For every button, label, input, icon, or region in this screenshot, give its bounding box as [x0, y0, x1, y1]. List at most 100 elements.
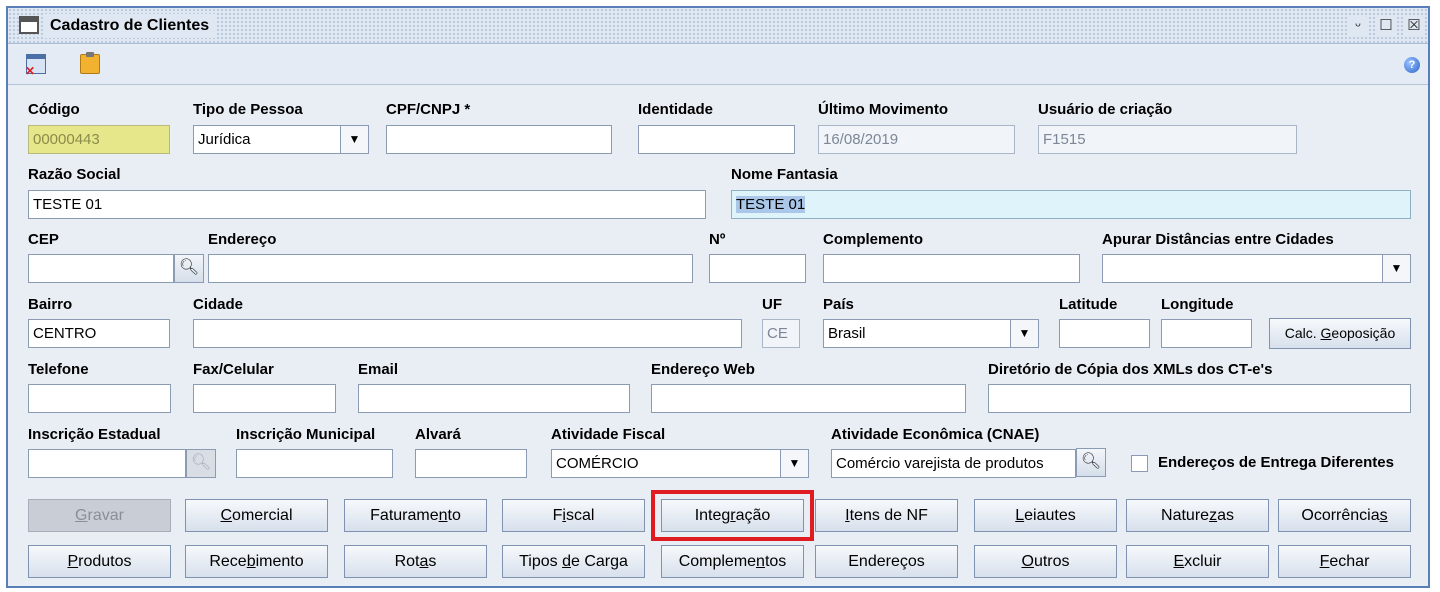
label-apurar-distancias: Apurar Distâncias entre Cidades [1102, 231, 1334, 248]
label-nome-fantasia: Nome Fantasia [731, 166, 838, 183]
delete-record-icon[interactable] [25, 54, 46, 78]
complementos-button[interactable]: Complementos [661, 545, 804, 578]
tipos-carga-button[interactable]: Tipos de Carga [502, 545, 645, 578]
label-atividade-economica: Atividade Econômica (CNAE) [831, 426, 1040, 443]
chevron-down-icon[interactable]: ▼ [780, 450, 808, 477]
atividade-fiscal-select[interactable]: COMÉRCIO ▼ [551, 449, 809, 478]
integracao-highlight [651, 490, 814, 541]
window-icon [19, 16, 39, 34]
label-endereco: Endereço [208, 231, 277, 248]
label-latitude: Latitude [1059, 296, 1118, 313]
enderecos-entrega-checkbox[interactable] [1131, 455, 1148, 472]
apurar-distancias-select[interactable]: ▼ [1102, 254, 1411, 283]
calc-geoposicao-button[interactable]: Calc. Geoposição [1269, 318, 1411, 349]
label-tipo-pessoa: Tipo de Pessoa [193, 101, 303, 118]
chevron-down-icon[interactable]: ▼ [340, 126, 368, 153]
client-form: Código Tipo de Pessoa CPF/CNPJ * Identid… [8, 86, 1428, 586]
ultimo-movimento-field: 16/08/2019 [818, 125, 1015, 154]
nome-fantasia-value: TESTE 01 [736, 196, 806, 213]
label-bairro: Bairro [28, 296, 73, 313]
label-complemento: Complemento [823, 231, 924, 248]
atividade-economica-input[interactable]: Comércio varejista de produtos [831, 449, 1076, 478]
toolbar: ? [8, 45, 1428, 85]
produtos-button[interactable]: Produtos [28, 545, 171, 578]
label-uf: UF [762, 296, 782, 313]
minimize-icon[interactable]: ᵕ [1347, 15, 1369, 37]
inscricao-estadual-search-icon[interactable]: 🔍︎ [186, 449, 216, 478]
label-enderecos-entrega: Endereços de Entrega Diferentes [1158, 454, 1394, 471]
label-cpf-cnpj: CPF/CNPJ * [386, 101, 471, 118]
label-diretorio-xml: Diretório de Cópia dos XMLs dos CT-e's [988, 361, 1273, 378]
clipboard-icon[interactable] [80, 52, 100, 74]
tipo-pessoa-value: Jurídica [198, 131, 251, 148]
comercial-button[interactable]: Comercial [185, 499, 328, 532]
atividade-economica-search-icon[interactable]: 🔍︎ [1076, 448, 1106, 477]
alvara-input[interactable] [415, 449, 527, 478]
cadastro-clientes-window: Cadastro de Clientes ᵕ ☐ ☒ ? Código Tipo… [6, 6, 1430, 588]
label-codigo: Código [28, 101, 80, 118]
codigo-field[interactable]: 00000443 [28, 125, 170, 154]
latitude-input[interactable] [1059, 319, 1150, 348]
title-bar[interactable]: Cadastro de Clientes ᵕ ☐ ☒ [8, 8, 1428, 44]
razao-social-input[interactable]: TESTE 01 [28, 190, 706, 219]
label-inscricao-estadual: Inscrição Estadual [28, 426, 161, 443]
pais-value: Brasil [828, 325, 866, 342]
chevron-down-icon[interactable]: ▼ [1382, 255, 1410, 282]
email-input[interactable] [358, 384, 630, 413]
help-icon[interactable]: ? [1404, 57, 1420, 73]
enderecos-button[interactable]: Endereços [815, 545, 958, 578]
recebimento-button[interactable]: Recebimento [185, 545, 328, 578]
ocorrencias-button[interactable]: Ocorrências [1278, 499, 1411, 532]
label-identidade: Identidade [638, 101, 714, 118]
leiautes-button[interactable]: Leiautes [974, 499, 1117, 532]
fechar-button[interactable]: Fechar [1278, 545, 1411, 578]
label-atividade-fiscal: Atividade Fiscal [551, 426, 666, 443]
rotas-button[interactable]: Rotas [344, 545, 487, 578]
label-numero: Nº [709, 231, 726, 248]
gravar-button[interactable]: Gravar [28, 499, 171, 532]
inscricao-municipal-input[interactable] [236, 449, 393, 478]
cep-search-icon[interactable]: 🔍︎ [174, 254, 204, 283]
label-endereco-web: Endereço Web [651, 361, 755, 378]
label-usuario-criacao: Usuário de criação [1038, 101, 1173, 118]
outros-button[interactable]: Outros [974, 545, 1117, 578]
label-alvara: Alvará [415, 426, 461, 443]
close-icon[interactable]: ☒ [1403, 15, 1425, 37]
label-inscricao-municipal: Inscrição Municipal [236, 426, 376, 443]
atividade-fiscal-value: COMÉRCIO [556, 455, 639, 472]
cep-input[interactable] [28, 254, 174, 283]
cidade-input[interactable] [193, 319, 742, 348]
inscricao-estadual-input[interactable] [28, 449, 186, 478]
maximize-icon[interactable]: ☐ [1375, 15, 1397, 37]
faturamento-button[interactable]: Faturamento [344, 499, 487, 532]
label-telefone: Telefone [28, 361, 89, 378]
label-email: Email [358, 361, 399, 378]
endereco-input[interactable] [208, 254, 693, 283]
nome-fantasia-input[interactable]: TESTE 01 [731, 190, 1411, 219]
tipo-pessoa-select[interactable]: Jurídica ▼ [193, 125, 369, 154]
label-fax-celular: Fax/Celular [193, 361, 274, 378]
label-longitude: Longitude [1161, 296, 1234, 313]
complemento-input[interactable] [823, 254, 1080, 283]
chevron-down-icon[interactable]: ▼ [1010, 320, 1038, 347]
fiscal-button[interactable]: Fiscal [502, 499, 645, 532]
usuario-criacao-field: F1515 [1038, 125, 1297, 154]
endereco-web-input[interactable] [651, 384, 966, 413]
label-pais: País [823, 296, 854, 313]
numero-input[interactable] [709, 254, 806, 283]
naturezas-button[interactable]: Naturezas [1126, 499, 1269, 532]
excluir-button[interactable]: Excluir [1126, 545, 1269, 578]
telefone-input[interactable] [28, 384, 171, 413]
itens-nf-button[interactable]: Itens de NF [815, 499, 958, 532]
label-cep: CEP [28, 231, 59, 248]
longitude-input[interactable] [1161, 319, 1252, 348]
identidade-input[interactable] [638, 125, 795, 154]
cpf-cnpj-input[interactable] [386, 125, 612, 154]
bairro-input[interactable]: CENTRO [28, 319, 170, 348]
pais-select[interactable]: Brasil ▼ [823, 319, 1039, 348]
fax-celular-input[interactable] [193, 384, 336, 413]
label-ultimo-movimento: Último Movimento [818, 101, 948, 118]
label-cidade: Cidade [193, 296, 244, 313]
diretorio-xml-input[interactable] [988, 384, 1411, 413]
window-title: Cadastro de Clientes [44, 14, 216, 38]
